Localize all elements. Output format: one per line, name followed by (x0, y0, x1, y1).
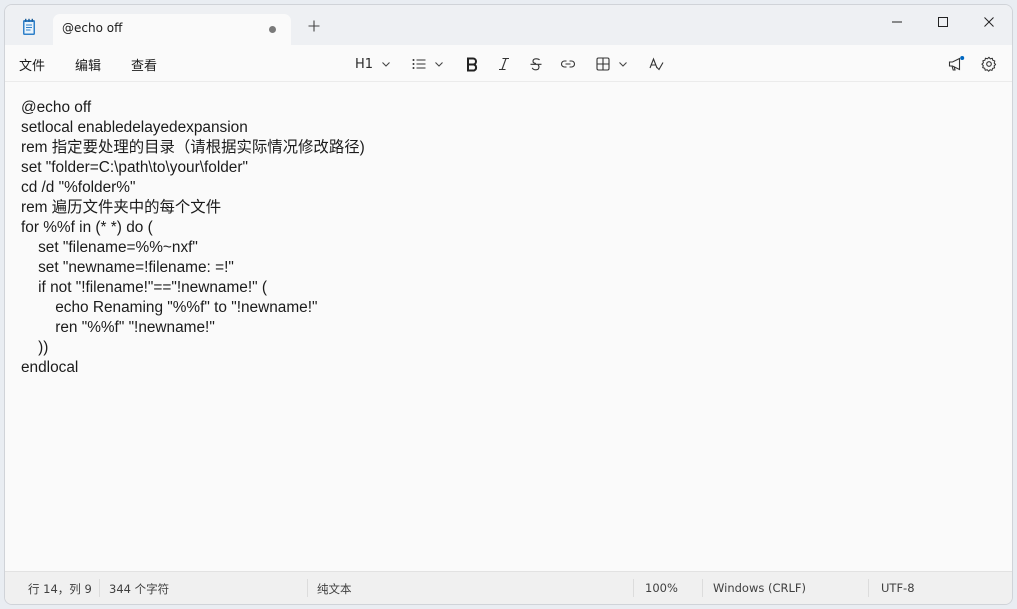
whats-new-button[interactable] (947, 53, 965, 75)
status-char-count: 344 个字符 (109, 582, 170, 596)
clear-formatting-button[interactable] (648, 53, 664, 75)
menu-toolbar-row: 文件 编辑 查看 H1 (5, 45, 1012, 82)
strikethrough-icon (530, 58, 542, 71)
new-tab-plus-icon[interactable] (305, 17, 323, 35)
code-line: )) (21, 339, 49, 356)
bold-button[interactable] (464, 53, 480, 75)
code-line: set "newname=!filename: =!" (21, 259, 234, 276)
status-divider (99, 579, 100, 597)
code-line: if not "!filename!"=="!newname!" ( (21, 279, 267, 296)
bold-icon (467, 57, 478, 72)
code-line: set "folder=C:\path\to\your\folder" (21, 159, 248, 176)
maximize-button[interactable] (920, 5, 966, 39)
megaphone-icon (948, 56, 965, 71)
text-editor[interactable]: @echo off setlocal enabledelayedexpansio… (5, 82, 1012, 573)
gear-icon (981, 56, 997, 72)
minimize-button[interactable] (874, 5, 920, 39)
code-line: endlocal (21, 359, 79, 376)
code-line: for %%f in (* *) do ( (21, 219, 153, 236)
status-bar: 行 14，列 9 344 个字符 纯文本 100% Windows (CRLF)… (5, 571, 1012, 604)
code-line: ren "%%f" "!newname!" (21, 319, 215, 336)
code-line: rem 遍历文件夹中的每个文件 (21, 199, 222, 216)
status-cursor-position[interactable]: 行 14，列 9 (28, 581, 92, 597)
menu-edit[interactable]: 编辑 (75, 55, 101, 74)
chevron-down-icon (435, 62, 443, 67)
menu-file[interactable]: 文件 (19, 55, 45, 74)
heading-label: H1 (355, 56, 374, 72)
status-format[interactable]: 纯文本 (317, 581, 352, 597)
tab-document[interactable]: @echo off (53, 14, 291, 45)
chevron-down-icon (619, 62, 627, 67)
unsaved-dot-icon[interactable] (269, 26, 276, 33)
title-bar: @echo off (5, 5, 1012, 45)
status-divider (307, 579, 308, 597)
status-encoding[interactable]: UTF-8 (881, 581, 915, 595)
table-dropdown[interactable] (595, 53, 630, 75)
link-button[interactable] (560, 53, 576, 75)
list-dropdown[interactable] (411, 53, 446, 75)
link-icon (561, 60, 575, 68)
code-line: echo Renaming "%%f" to "!newname!" (21, 299, 318, 316)
status-line-ending[interactable]: Windows (CRLF) (713, 581, 806, 595)
settings-button[interactable] (981, 53, 997, 75)
code-line: setlocal enabledelayedexpansion (21, 119, 248, 136)
close-icon (984, 17, 994, 27)
code-line: @echo off (21, 99, 92, 116)
bulleted-list-icon (412, 59, 426, 69)
close-button[interactable] (966, 5, 1012, 39)
chevron-down-icon (382, 62, 390, 67)
minimize-icon (892, 21, 902, 23)
menu-view[interactable]: 查看 (131, 55, 157, 74)
clear-formatting-icon (649, 57, 664, 71)
italic-button[interactable] (496, 53, 512, 75)
italic-icon (499, 57, 509, 71)
strikethrough-button[interactable] (528, 53, 544, 75)
status-zoom[interactable]: 100% (645, 581, 678, 595)
notepad-window: @echo off 文件 编辑 查看 H1 @echo off setlocal… (4, 4, 1013, 605)
status-divider (702, 579, 703, 597)
tab-title: @echo off (62, 21, 123, 35)
table-icon (596, 57, 610, 71)
code-line: rem 指定要处理的目录（请根据实际情况修改路径) (21, 139, 365, 156)
status-divider (633, 579, 634, 597)
heading-dropdown[interactable]: H1 (355, 53, 393, 75)
status-divider (868, 579, 869, 597)
maximize-icon (938, 17, 948, 27)
notepad-app-icon (20, 18, 38, 36)
code-line: cd /d "%folder%" (21, 179, 136, 196)
code-line: set "filename=%%~nxf" (21, 239, 198, 256)
